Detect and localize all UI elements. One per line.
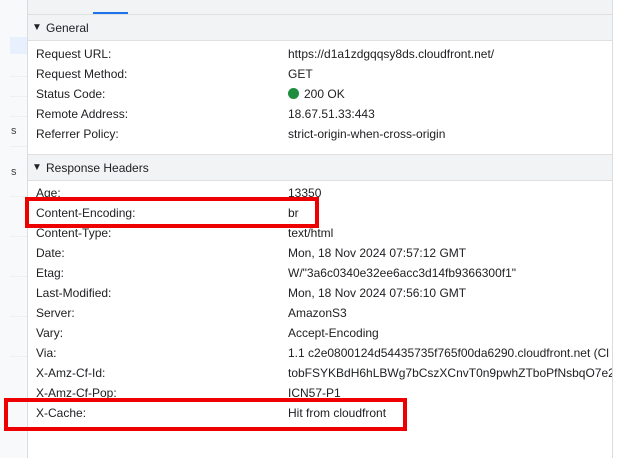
status-text: 200 OK (304, 87, 345, 101)
header-row: X-Cache: Hit from cloudfront (28, 403, 612, 423)
caret-down-icon: ▼ (32, 22, 42, 33)
details-tab-bar (28, 0, 612, 15)
list-divider (10, 196, 27, 197)
section-title: General (46, 20, 89, 35)
header-value: ICN57-P1 (288, 386, 341, 400)
header-key: Status Code: (36, 87, 106, 101)
caret-down-icon: ▼ (32, 162, 42, 173)
header-value: Mon, 18 Nov 2024 07:57:12 GMT (288, 246, 467, 260)
header-value: W/"3a6c0340e32ee6acc3d14fb9366300f1" (288, 266, 517, 280)
header-value: text/html (288, 226, 334, 240)
list-divider (10, 116, 27, 117)
header-key: Date: (36, 246, 65, 260)
header-key: Vary: (36, 326, 64, 340)
header-key: Referrer Policy: (36, 127, 119, 141)
scrollbar-area[interactable] (613, 0, 628, 458)
selected-request-row[interactable] (10, 37, 27, 54)
header-key: X-Cache: (36, 406, 87, 420)
header-value: br (288, 206, 299, 220)
header-row: Status Code: 200 OK (28, 84, 612, 104)
list-divider (10, 316, 27, 317)
header-value: 1.1 c2e0800124d54435735f765f00da6290.clo… (288, 346, 609, 360)
list-divider (10, 96, 27, 97)
header-value: GET (288, 67, 313, 81)
section-title: Response Headers (46, 160, 149, 175)
header-value: 18.67.51.33:443 (288, 107, 375, 121)
header-key: Etag: (36, 266, 65, 280)
header-key: X-Amz-Cf-Id: (36, 366, 106, 380)
header-row: Via: 1.1 c2e0800124d54435735f765f00da629… (28, 343, 612, 363)
response-headers-section-header[interactable]: ▼ Response Headers (28, 154, 612, 181)
header-row: Date: Mon, 18 Nov 2024 07:57:12 GMT (28, 243, 612, 263)
header-row: Content-Type: text/html (28, 223, 612, 243)
request-list-strip[interactable]: s s (0, 0, 27, 458)
list-divider (10, 76, 27, 77)
general-section-header[interactable]: ▼ General (28, 14, 612, 41)
header-row: Content-Encoding: br (28, 203, 612, 223)
header-key: Last-Modified: (36, 286, 112, 300)
header-key: Content-Encoding: (36, 206, 136, 220)
header-key: Server: (36, 306, 75, 320)
header-value: Hit from cloudfront (288, 406, 387, 420)
header-value: Accept-Encoding (288, 326, 379, 340)
header-row: Request Method: GET (28, 64, 612, 84)
header-row: Last-Modified: Mon, 18 Nov 2024 07:56:10… (28, 283, 612, 303)
header-row: Referrer Policy: strict-origin-when-cros… (28, 124, 612, 144)
header-value: strict-origin-when-cross-origin (288, 127, 446, 141)
list-divider (10, 276, 27, 277)
status-ok-icon (288, 88, 299, 99)
status-value: 200 OK (288, 84, 345, 104)
request-name-fragment[interactable]: s (11, 166, 17, 178)
header-key: Content-Type: (36, 226, 112, 240)
header-value: Mon, 18 Nov 2024 07:56:10 GMT (288, 286, 467, 300)
header-key: Request Method: (36, 67, 128, 81)
header-row: X-Amz-Cf-Id: tobFSYKBdH6hLBWg7bCszXCnvT0… (28, 363, 622, 383)
header-row: Request URL: https://d1a1zdgqqsy8ds.clou… (28, 44, 612, 64)
header-key: X-Amz-Cf-Pop: (36, 386, 117, 400)
header-value: https://d1a1zdgqqsy8ds.cloudfront.net/ (288, 47, 495, 61)
header-row: Vary: Accept-Encoding (28, 323, 612, 343)
header-value: AmazonS3 (288, 306, 347, 320)
header-row: X-Amz-Cf-Pop: ICN57-P1 (28, 383, 612, 403)
header-row: Etag: W/"3a6c0340e32ee6acc3d14fb9366300f… (28, 263, 612, 283)
header-row: Server: AmazonS3 (28, 303, 612, 323)
header-row: Age: 13350 (28, 183, 612, 203)
header-key: Remote Address: (36, 107, 129, 121)
header-value: 13350 (288, 186, 322, 200)
list-divider (10, 236, 27, 237)
headers-panel: ▼ General Request URL: https://d1a1zdgqq… (28, 0, 622, 458)
request-name-fragment[interactable]: s (11, 125, 17, 137)
list-divider (10, 146, 27, 147)
header-key: Via: (36, 346, 57, 360)
header-key: Request URL: (36, 47, 112, 61)
header-key: Age: (36, 186, 61, 200)
header-value: tobFSYKBdH6hLBWg7bCszXCnvT0n9pwhZTboPfNs… (288, 366, 622, 380)
list-divider (10, 356, 27, 357)
header-row: Remote Address: 18.67.51.33:443 (28, 104, 612, 124)
